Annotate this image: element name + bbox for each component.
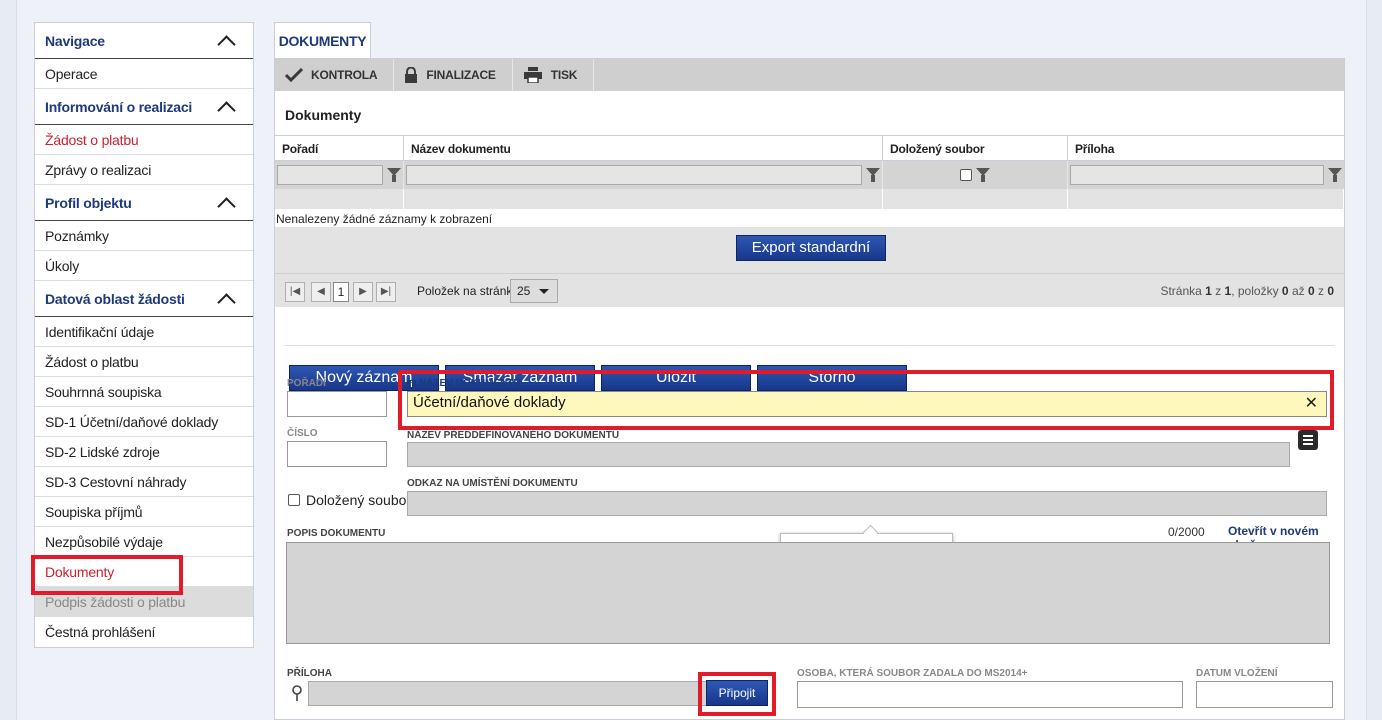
cislo-input[interactable] bbox=[287, 441, 387, 467]
filter-funnel-icon[interactable] bbox=[976, 167, 990, 183]
tisk-label: TISK bbox=[550, 68, 578, 82]
documents-grid: Pořadí Název dokumentu Doložený soubor P… bbox=[275, 135, 1344, 307]
filter-poradi bbox=[275, 161, 404, 189]
column-header-nazev[interactable]: Název dokumentu bbox=[404, 136, 883, 160]
dolozeny-soubor-checkbox[interactable] bbox=[288, 494, 300, 506]
no-data-message: Nenalezeny žádné záznamy k zobrazení bbox=[276, 212, 493, 226]
pager: |◀ ◀ 1 ▶ ▶| Položek na stránku 25 Stránk… bbox=[275, 273, 1344, 307]
char-counter: 0/2000 bbox=[1168, 525, 1205, 539]
sidebar-item-ukoly[interactable]: Úkoly bbox=[35, 251, 253, 281]
sidebar-item-sd3[interactable]: SD-3 Cestovní náhrady bbox=[35, 467, 253, 497]
divider bbox=[285, 345, 1335, 346]
sidebar-item-operace[interactable]: Operace bbox=[35, 59, 253, 89]
filter-priloha bbox=[1068, 161, 1344, 189]
poradi-label: POŘADÍ bbox=[287, 378, 326, 389]
sidebar-item-zpravy-o-realizaci[interactable]: Zprávy o realizaci bbox=[35, 155, 253, 185]
per-page-label: Položek na stránku bbox=[417, 284, 520, 298]
chevron-up-icon[interactable] bbox=[217, 293, 237, 305]
sidebar-item-cestna-prohlaseni[interactable]: Čestná prohlášení bbox=[35, 617, 253, 647]
per-page-value: 25 bbox=[517, 284, 531, 298]
sidebar: Navigace Operace Informování o realizaci… bbox=[31, 22, 254, 648]
export-button[interactable]: Export standardní bbox=[736, 235, 886, 261]
chevron-up-icon[interactable] bbox=[217, 197, 237, 209]
column-header-priloha[interactable]: Příloha bbox=[1068, 136, 1344, 160]
finalizace-button[interactable]: FINALIZACE bbox=[394, 59, 513, 91]
cislo-label: ČÍSLO bbox=[287, 428, 318, 439]
highlight-box bbox=[698, 672, 776, 716]
printer-icon bbox=[523, 67, 542, 83]
dolozeny-soubor-label: Doložený soubor bbox=[306, 492, 412, 508]
sidebar-item-zadost-o-platbu-active[interactable]: Žádost o platbu bbox=[35, 125, 253, 155]
odkaz-label: ODKAZ NA UMÍSTĚNÍ DOKUMENTU bbox=[407, 478, 578, 489]
finalizace-label: FINALIZACE bbox=[426, 68, 496, 82]
sidebar-item-zadost-o-platbu[interactable]: Žádost o platbu bbox=[35, 347, 253, 377]
filter-dolozeny-checkbox[interactable] bbox=[960, 169, 972, 181]
tisk-button[interactable]: TISK bbox=[513, 59, 595, 91]
chevron-up-icon[interactable] bbox=[217, 35, 237, 47]
lock-icon bbox=[405, 67, 418, 83]
sidebar-section-title: Navigace bbox=[45, 32, 105, 49]
tab-dokumenty[interactable]: DOKUMENTY bbox=[274, 22, 371, 58]
sidebar-item-sd1[interactable]: SD-1 Účetní/daňové doklady bbox=[35, 407, 253, 437]
sidebar-section-informovani[interactable]: Informování o realizaci bbox=[35, 89, 253, 125]
chevron-up-icon[interactable] bbox=[217, 101, 237, 113]
sidebar-section-title: Profil objektu bbox=[45, 194, 132, 211]
priloha-label: PŘÍLOHA bbox=[287, 668, 332, 679]
osoba-label: OSOBA, KTERÁ SOUBOR ZADALA DO MS2014+ bbox=[797, 668, 1028, 679]
priloha-input bbox=[308, 681, 728, 706]
filter-nazev-input[interactable] bbox=[406, 165, 862, 185]
filter-funnel-icon[interactable] bbox=[387, 167, 401, 183]
datum-label: DATUM VLOŽENÍ bbox=[1196, 668, 1278, 679]
filter-funnel-icon[interactable] bbox=[866, 167, 880, 183]
sidebar-section-profil-objektu[interactable]: Profil objektu bbox=[35, 185, 253, 221]
list-icon[interactable] bbox=[1298, 430, 1318, 450]
kontrola-button[interactable]: KONTROLA bbox=[275, 59, 395, 91]
last-page-icon[interactable]: ▶| bbox=[376, 282, 396, 302]
osoba-input[interactable] bbox=[797, 681, 1183, 708]
filter-priloha-input[interactable] bbox=[1070, 165, 1324, 185]
column-header-dolozeny[interactable]: Doložený soubor bbox=[883, 136, 1068, 160]
kontrola-label: KONTROLA bbox=[311, 68, 378, 82]
sidebar-item-sd2[interactable]: SD-2 Lidské zdroje bbox=[35, 437, 253, 467]
column-header-poradi[interactable]: Pořadí bbox=[275, 136, 404, 160]
sidebar-section-datova-oblast[interactable]: Datová oblast žádosti bbox=[35, 281, 253, 317]
pager-info: Stránka 1 z 1, položky 0 až 0 z 0 bbox=[1160, 284, 1334, 298]
per-page-select[interactable]: 25 bbox=[510, 279, 558, 303]
sidebar-section-title: Datová oblast žádosti bbox=[45, 290, 185, 307]
filter-nazev bbox=[404, 161, 883, 189]
highlight-box bbox=[398, 370, 1334, 430]
sidebar-item-identifikacni-udaje[interactable]: Identifikační údaje bbox=[35, 317, 253, 347]
sidebar-section-title: Informování o realizaci bbox=[45, 98, 193, 115]
next-page-icon[interactable]: ▶ bbox=[353, 282, 373, 302]
poradi-input[interactable] bbox=[287, 391, 387, 417]
sidebar-item-nezpusobile-vydaje[interactable]: Nezpůsobilé výdaje bbox=[35, 527, 253, 557]
grid-header: Pořadí Název dokumentu Doložený soubor P… bbox=[275, 135, 1344, 161]
checkmark-icon bbox=[285, 68, 303, 82]
grid-title: Dokumenty bbox=[285, 107, 362, 123]
export-bar: Export standardní bbox=[275, 227, 1344, 273]
sidebar-item-soupiska-prijmu[interactable]: Soupiska příjmů bbox=[35, 497, 253, 527]
popis-label: POPIS DOKUMENTU bbox=[287, 528, 386, 539]
sidebar-item-souhrnna-soupiska[interactable]: Souhrnná soupiska bbox=[35, 377, 253, 407]
predef-dokument-input bbox=[407, 442, 1290, 467]
sidebar-item-poznamky[interactable]: Poznámky bbox=[35, 221, 253, 251]
first-page-icon[interactable]: |◀ bbox=[285, 282, 305, 302]
filter-dolozeny bbox=[883, 161, 1068, 189]
odkaz-input bbox=[407, 491, 1327, 516]
sidebar-section-navigace[interactable]: Navigace bbox=[35, 23, 253, 59]
sidebar-item-dokumenty[interactable]: Dokumenty bbox=[31, 555, 253, 595]
datum-input[interactable] bbox=[1196, 681, 1333, 708]
current-page-input[interactable]: 1 bbox=[333, 282, 349, 302]
toolbar: KONTROLA FINALIZACE TISK bbox=[275, 59, 1344, 91]
predef-label: NÁZEV PŘEDDEFINOVANÉHO DOKUMENTU bbox=[407, 430, 620, 441]
grid-empty-row bbox=[275, 189, 1344, 209]
filter-funnel-icon[interactable] bbox=[1328, 167, 1342, 183]
grid-filter-row bbox=[275, 161, 1344, 189]
filter-poradi-input[interactable] bbox=[277, 165, 383, 185]
main-content: DOKUMENTY KONTROLA FINALIZACE TISK Dokum… bbox=[274, 22, 1345, 720]
attachment-pin-icon bbox=[292, 685, 302, 701]
prev-page-icon[interactable]: ◀ bbox=[311, 282, 331, 302]
popis-textarea bbox=[286, 542, 1330, 644]
